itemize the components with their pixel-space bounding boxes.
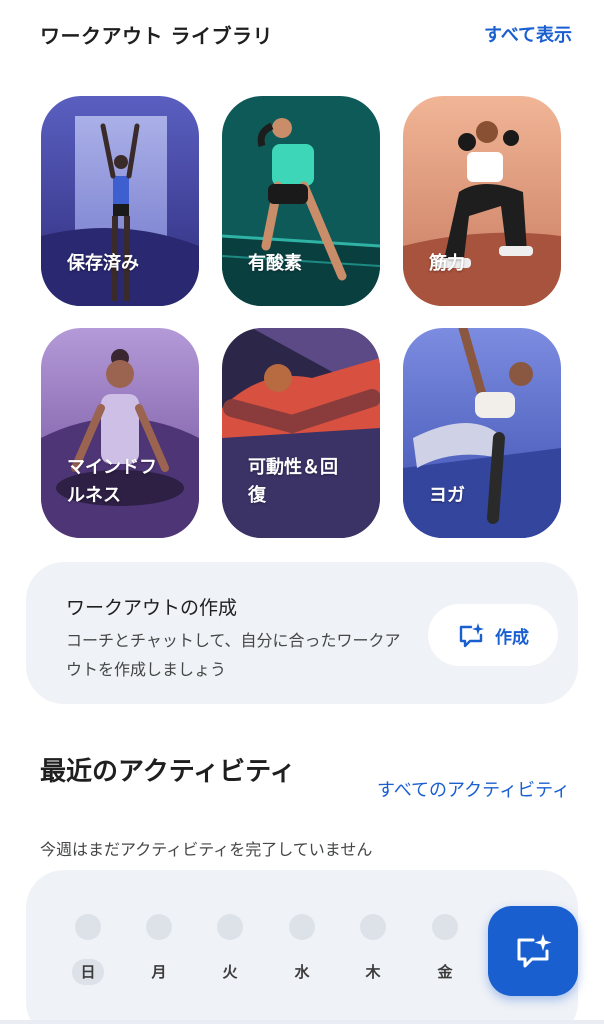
recent-activity-subtitle: 今週はまだアクティビティを完了していません (40, 840, 373, 859)
day-label: 木 (365, 963, 381, 981)
category-grid: 保存済み 有酸素 筋力 マインドフ ルネス 可動性＆回 復 ヨガ (41, 96, 561, 538)
category-card-cardio[interactable]: 有酸素 (222, 96, 380, 306)
category-label-strength: 筋力 (429, 253, 465, 274)
day-status-dot (217, 914, 243, 940)
workout-page: ワークアウト ライブラリ すべて表示 保存済み 有酸素 筋力 マインドフ ルネス… (0, 0, 604, 1024)
day-status-dot (360, 914, 386, 940)
recent-activity-title: 最近のアクティビティ (40, 757, 296, 787)
day-label: 月 (151, 963, 167, 981)
all-activity-link[interactable]: すべてのアクティビティ (377, 776, 570, 802)
category-card-strength[interactable]: 筋力 (403, 96, 561, 306)
library-title: ワークアウト ライブラリ (40, 23, 273, 48)
create-workout-title: ワークアウトの作成 (66, 597, 238, 619)
day-status-dot (146, 914, 172, 940)
category-label-mobility-recovery: 可動性＆回 復 (248, 457, 338, 506)
create-workout-button-label: 作成 (495, 627, 529, 648)
day-sunday: 日 (66, 914, 110, 985)
coach-chat-fab[interactable] (488, 906, 578, 996)
category-label-yoga: ヨガ (429, 485, 465, 506)
day-label: 金 (437, 963, 453, 981)
day-thursday: 木 (351, 914, 395, 985)
category-card-mobility-recovery[interactable]: 可動性＆回 復 (222, 328, 380, 538)
day-label: 火 (222, 963, 238, 981)
chat-sparkle-icon (517, 934, 552, 968)
day-status-dot (432, 914, 458, 940)
category-label-cardio: 有酸素 (248, 253, 302, 274)
day-label: 水 (294, 963, 310, 981)
category-card-saved[interactable]: 保存済み (41, 96, 199, 306)
bottom-edge (0, 1020, 604, 1024)
create-workout-description: コーチとチャットして、自分に合ったワークアウトを作成しましょう (66, 631, 401, 679)
day-wednesday: 水 (280, 914, 324, 985)
chat-sparkle-icon (459, 623, 484, 648)
category-label-saved: 保存済み (67, 253, 139, 274)
category-label-mindfulness: マインドフ ルネス (67, 457, 157, 506)
category-card-yoga[interactable]: ヨガ (403, 328, 561, 538)
day-status-dot (75, 914, 101, 940)
day-tuesday: 火 (208, 914, 252, 985)
day-friday: 金 (423, 914, 467, 985)
create-workout-button[interactable]: 作成 (428, 604, 558, 666)
day-monday: 月 (137, 914, 181, 985)
day-status-dot (289, 914, 315, 940)
day-label: 日 (72, 959, 104, 985)
library-see-all-link[interactable]: すべて表示 (484, 21, 572, 47)
category-card-mindfulness[interactable]: マインドフ ルネス (41, 328, 199, 538)
create-workout-card: ワークアウトの作成 コーチとチャットして、自分に合ったワークアウトを作成しましょ… (26, 562, 578, 704)
library-header: ワークアウト ライブラリ すべて表示 (40, 18, 572, 50)
